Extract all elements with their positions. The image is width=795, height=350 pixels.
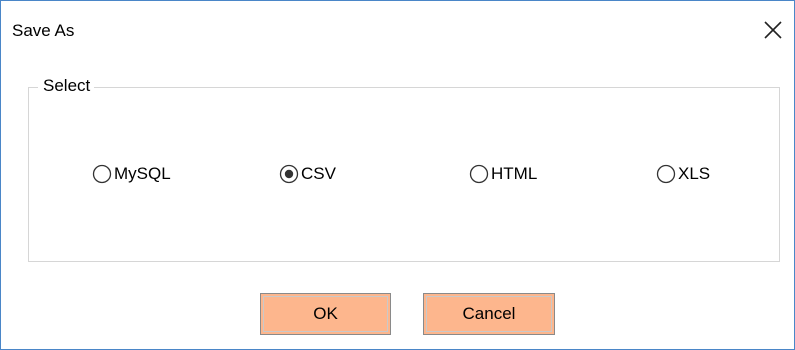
button-focus-border — [426, 296, 552, 332]
radio-circle-icon — [92, 164, 112, 184]
radio-circle-icon — [279, 164, 299, 184]
close-button[interactable] — [760, 17, 786, 43]
dialog-title: Save As — [12, 21, 75, 40]
radio-label-xls: XLS — [678, 164, 711, 183]
radio-html[interactable]: HTML — [469, 161, 537, 187]
radio-xls[interactable]: XLS — [656, 161, 710, 187]
button-focus-border — [263, 296, 388, 332]
radio-mysql[interactable]: MySQL — [92, 161, 171, 187]
radio-csv[interactable]: CSV — [279, 161, 336, 187]
radio-circle-icon — [469, 164, 489, 184]
radio-label-csv: CSV — [301, 164, 336, 183]
radio-circle-icon — [656, 164, 676, 184]
radio-label-html: HTML — [491, 164, 538, 183]
save-as-dialog: Save As Select MySQL CSV HTML XLS OK Can… — [0, 0, 795, 350]
cancel-button[interactable]: Cancel — [423, 293, 555, 335]
ok-button[interactable]: OK — [260, 293, 391, 335]
close-icon — [764, 21, 782, 39]
title-bar[interactable]: Save As — [1, 1, 794, 61]
groupbox-legend: Select — [38, 76, 95, 96]
radio-label-mysql: MySQL — [114, 164, 171, 183]
